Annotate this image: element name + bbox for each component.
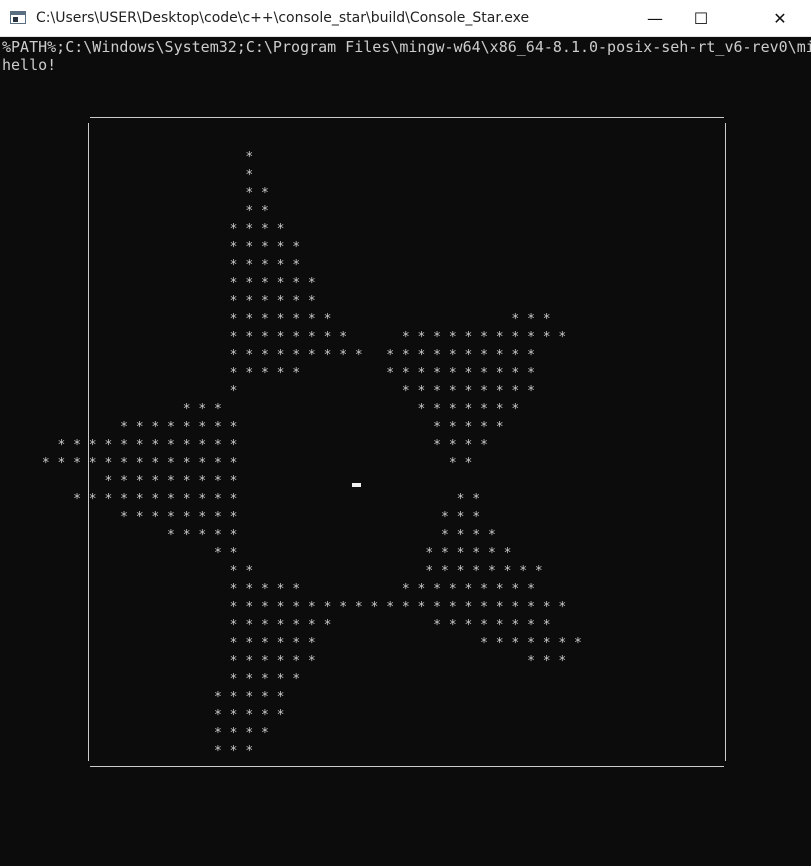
title-bar[interactable]: C:\Users\USER\Desktop\code\c++\console_s… bbox=[0, 0, 811, 37]
close-button[interactable]: ✕ bbox=[757, 0, 803, 37]
minimize-button[interactable]: — bbox=[632, 0, 678, 37]
star-ascii-art: * * * * * * * * * * * * * * * * * * * * bbox=[41, 150, 582, 759]
console-text: %PATH%;C:\Windows\System32;C:\Program Fi… bbox=[2, 38, 811, 74]
close-icon: ✕ bbox=[773, 9, 787, 28]
maximize-icon: ☐ bbox=[693, 9, 709, 28]
frame-top-border bbox=[90, 117, 724, 118]
console-app-icon bbox=[10, 11, 26, 24]
frame-right-border bbox=[725, 123, 726, 761]
text-cursor bbox=[352, 483, 361, 487]
console-output[interactable]: %PATH%;C:\Windows\System32;C:\Program Fi… bbox=[0, 37, 811, 866]
maximize-button[interactable]: ☐ bbox=[678, 0, 724, 37]
minimize-icon: — bbox=[647, 9, 663, 28]
window-title: C:\Users\USER\Desktop\code\c++\console_s… bbox=[36, 10, 530, 26]
frame-bottom-border bbox=[90, 766, 724, 767]
